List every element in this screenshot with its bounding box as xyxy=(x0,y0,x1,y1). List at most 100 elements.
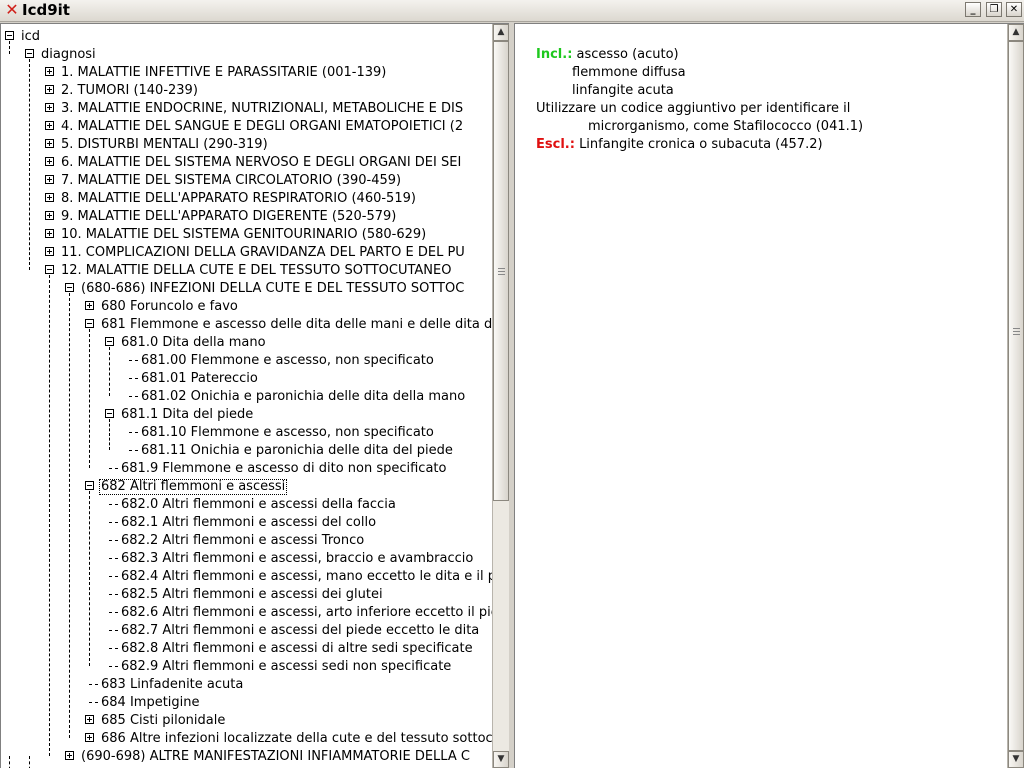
tree-node-label[interactable]: 684 Impetigine xyxy=(101,695,200,711)
tree-node-label[interactable]: 681.0 Dita della mano xyxy=(121,335,266,351)
expand-icon[interactable] xyxy=(45,67,54,76)
tree-row[interactable]: 681.01 Patereccio xyxy=(1,370,492,388)
tree-row[interactable]: 5. DISTURBI MENTALI (290-319) xyxy=(1,136,492,154)
tree-node-label[interactable]: 682.6 Altri flemmoni e ascessi, arto inf… xyxy=(121,605,492,621)
tree-row[interactable]: 681.10 Flemmone e ascesso, non specifica… xyxy=(1,424,492,442)
tree-row[interactable]: (680-686) INFEZIONI DELLA CUTE E DEL TES… xyxy=(1,280,492,298)
tree-node-label[interactable]: 682.8 Altri flemmoni e ascessi di altre … xyxy=(121,641,473,657)
expand-icon[interactable] xyxy=(45,193,54,202)
tree-row[interactable]: 682.9 Altri flemmoni e ascessi sedi non … xyxy=(1,658,492,676)
tree-node-label[interactable]: 682.0 Altri flemmoni e ascessi della fac… xyxy=(121,497,396,513)
collapse-icon[interactable] xyxy=(85,319,94,328)
expand-icon[interactable] xyxy=(45,157,54,166)
tree-node-label[interactable]: icd xyxy=(21,29,40,45)
minimize-button[interactable]: _ xyxy=(965,2,981,17)
tree-row[interactable]: 681 Flemmone e ascesso delle dita delle … xyxy=(1,316,492,334)
tree-row[interactable]: 686 Altre infezioni localizzate della cu… xyxy=(1,730,492,748)
tree-row[interactable]: 12. MALATTIE DELLA CUTE E DEL TESSUTO SO… xyxy=(1,262,492,280)
tree-node-label[interactable]: 5. DISTURBI MENTALI (290-319) xyxy=(61,137,268,153)
tree-node-label[interactable]: 686 Altre infezioni localizzate della cu… xyxy=(101,731,492,747)
tree-row[interactable]: (690-698) ALTRE MANIFESTAZIONI INFIAMMAT… xyxy=(1,748,492,766)
tree-node-label[interactable]: 682.7 Altri flemmoni e ascessi del piede… xyxy=(121,623,479,639)
tree-node-label[interactable]: 1. MALATTIE INFETTIVE E PARASSITARIE (00… xyxy=(61,65,386,81)
details-scrollbar[interactable]: ▲ ▼ xyxy=(1007,24,1024,768)
tree-node-label[interactable]: 6. MALATTIE DEL SISTEMA NERVOSO E DEGLI … xyxy=(61,155,461,171)
tree-scrollbar[interactable]: ▲ ▼ xyxy=(492,24,509,768)
collapse-icon[interactable] xyxy=(65,283,74,292)
tree-node-label[interactable]: 681.11 Onichia e paronichia delle dita d… xyxy=(141,443,453,459)
expand-icon[interactable] xyxy=(85,733,94,742)
tree-row[interactable]: 682.2 Altri flemmoni e ascessi Tronco xyxy=(1,532,492,550)
tree-node-label[interactable]: 681.02 Onichia e paronichia delle dita d… xyxy=(141,389,465,405)
tree-node-label[interactable]: 681.00 Flemmone e ascesso, non specifica… xyxy=(141,353,434,369)
tree-row[interactable]: 683 Linfadenite acuta xyxy=(1,676,492,694)
tree-row[interactable]: 682.0 Altri flemmoni e ascessi della fac… xyxy=(1,496,492,514)
tree-row[interactable]: 681.0 Dita della mano xyxy=(1,334,492,352)
tree-node-label[interactable]: 9. MALATTIE DELL'APPARATO DIGERENTE (520… xyxy=(61,209,396,225)
tree-node-label[interactable]: 4. MALATTIE DEL SANGUE E DEGLI ORGANI EM… xyxy=(61,119,463,135)
tree-row[interactable]: 685 Cisti pilonidale xyxy=(1,712,492,730)
expand-icon[interactable] xyxy=(45,121,54,130)
tree-node-label[interactable]: 12. MALATTIE DELLA CUTE E DEL TESSUTO SO… xyxy=(61,263,451,279)
tree-node-label[interactable]: (680-686) INFEZIONI DELLA CUTE E DEL TES… xyxy=(81,281,464,297)
tree-node-label[interactable]: 7. MALATTIE DEL SISTEMA CIRCOLATORIO (39… xyxy=(61,173,401,189)
close-button[interactable]: ✕ xyxy=(1006,2,1022,17)
scroll-up-button[interactable]: ▲ xyxy=(493,24,509,41)
tree-row[interactable]: 682.1 Altri flemmoni e ascessi del collo xyxy=(1,514,492,532)
tree-node-label[interactable]: 682.3 Altri flemmoni e ascessi, braccio … xyxy=(121,551,473,567)
tree-node-label[interactable]: 681.9 Flemmone e ascesso di dito non spe… xyxy=(121,461,446,477)
expand-icon[interactable] xyxy=(45,139,54,148)
tree-row[interactable]: 2. TUMORI (140-239) xyxy=(1,82,492,100)
tree-row[interactable]: diagnosi xyxy=(1,46,492,64)
details-scroll-up-button[interactable]: ▲ xyxy=(1008,24,1024,41)
tree-row[interactable]: 6. MALATTIE DEL SISTEMA NERVOSO E DEGLI … xyxy=(1,154,492,172)
tree-node-label[interactable]: (690-698) ALTRE MANIFESTAZIONI INFIAMMAT… xyxy=(81,749,470,765)
tree-row[interactable]: 11. COMPLICAZIONI DELLA GRAVIDANZA DEL P… xyxy=(1,244,492,262)
tree-row[interactable]: 681.02 Onichia e paronichia delle dita d… xyxy=(1,388,492,406)
tree-row[interactable]: 3. MALATTIE ENDOCRINE, NUTRIZIONALI, MET… xyxy=(1,100,492,118)
tree-row[interactable]: 682 Altri flemmoni e ascessi xyxy=(1,478,492,496)
tree-row[interactable]: 9. MALATTIE DELL'APPARATO DIGERENTE (520… xyxy=(1,208,492,226)
tree-row[interactable]: 682.3 Altri flemmoni e ascessi, braccio … xyxy=(1,550,492,568)
tree-node-label[interactable]: 682.4 Altri flemmoni e ascessi, mano ecc… xyxy=(121,569,492,585)
expand-icon[interactable] xyxy=(45,229,54,238)
tree-row[interactable]: 684 Impetigine xyxy=(1,694,492,712)
tree-node-label[interactable]: 682.9 Altri flemmoni e ascessi sedi non … xyxy=(121,659,451,675)
tree-row[interactable]: icd xyxy=(1,28,492,46)
tree-node-label-selected[interactable]: 682 Altri flemmoni e ascessi xyxy=(99,479,288,495)
tree-node-label[interactable]: 685 Cisti pilonidale xyxy=(101,713,225,729)
tree-row[interactable]: 681.1 Dita del piede xyxy=(1,406,492,424)
collapse-icon[interactable] xyxy=(105,409,114,418)
tree-node-label[interactable]: 682.5 Altri flemmoni e ascessi dei glute… xyxy=(121,587,383,603)
tree-node-label[interactable]: 681.10 Flemmone e ascesso, non specifica… xyxy=(141,425,434,441)
tree-row[interactable]: 4. MALATTIE DEL SANGUE E DEGLI ORGANI EM… xyxy=(1,118,492,136)
collapse-icon[interactable] xyxy=(105,337,114,346)
tree-node-label[interactable]: diagnosi xyxy=(41,47,96,63)
tree-row[interactable]: 7. MALATTIE DEL SISTEMA CIRCOLATORIO (39… xyxy=(1,172,492,190)
expand-icon[interactable] xyxy=(45,211,54,220)
tree-row[interactable]: 680 Foruncolo e favo xyxy=(1,298,492,316)
collapse-icon[interactable] xyxy=(85,481,94,490)
tree-node-label[interactable]: 681 Flemmone e ascesso delle dita delle … xyxy=(101,317,492,333)
tree-row[interactable]: 682.7 Altri flemmoni e ascessi del piede… xyxy=(1,622,492,640)
tree-row[interactable]: 1. MALATTIE INFETTIVE E PARASSITARIE (00… xyxy=(1,64,492,82)
expand-icon[interactable] xyxy=(85,301,94,310)
tree-node-label[interactable]: 681.1 Dita del piede xyxy=(121,407,253,423)
details-scroll-thumb[interactable] xyxy=(1008,41,1024,751)
tree-node-label[interactable]: 2. TUMORI (140-239) xyxy=(61,83,198,99)
maximize-button[interactable]: ❐ xyxy=(986,2,1002,17)
tree-row[interactable]: 682.5 Altri flemmoni e ascessi dei glute… xyxy=(1,586,492,604)
tree-row[interactable]: 8. MALATTIE DELL'APPARATO RESPIRATORIO (… xyxy=(1,190,492,208)
expand-icon[interactable] xyxy=(45,85,54,94)
expand-icon[interactable] xyxy=(65,751,74,760)
tree-node-label[interactable]: 10. MALATTIE DEL SISTEMA GENITOURINARIO … xyxy=(61,227,426,243)
tree-row[interactable]: 681.9 Flemmone e ascesso di dito non spe… xyxy=(1,460,492,478)
scroll-thumb[interactable] xyxy=(493,41,509,501)
tree-row[interactable]: 682.6 Altri flemmoni e ascessi, arto inf… xyxy=(1,604,492,622)
tree-row[interactable]: 682.8 Altri flemmoni e ascessi di altre … xyxy=(1,640,492,658)
tree-row[interactable]: 681.00 Flemmone e ascesso, non specifica… xyxy=(1,352,492,370)
tree-row[interactable]: 682.4 Altri flemmoni e ascessi, mano ecc… xyxy=(1,568,492,586)
tree-row[interactable]: 10. MALATTIE DEL SISTEMA GENITOURINARIO … xyxy=(1,226,492,244)
expand-icon[interactable] xyxy=(45,247,54,256)
tree-node-label[interactable]: 681.01 Patereccio xyxy=(141,371,258,387)
